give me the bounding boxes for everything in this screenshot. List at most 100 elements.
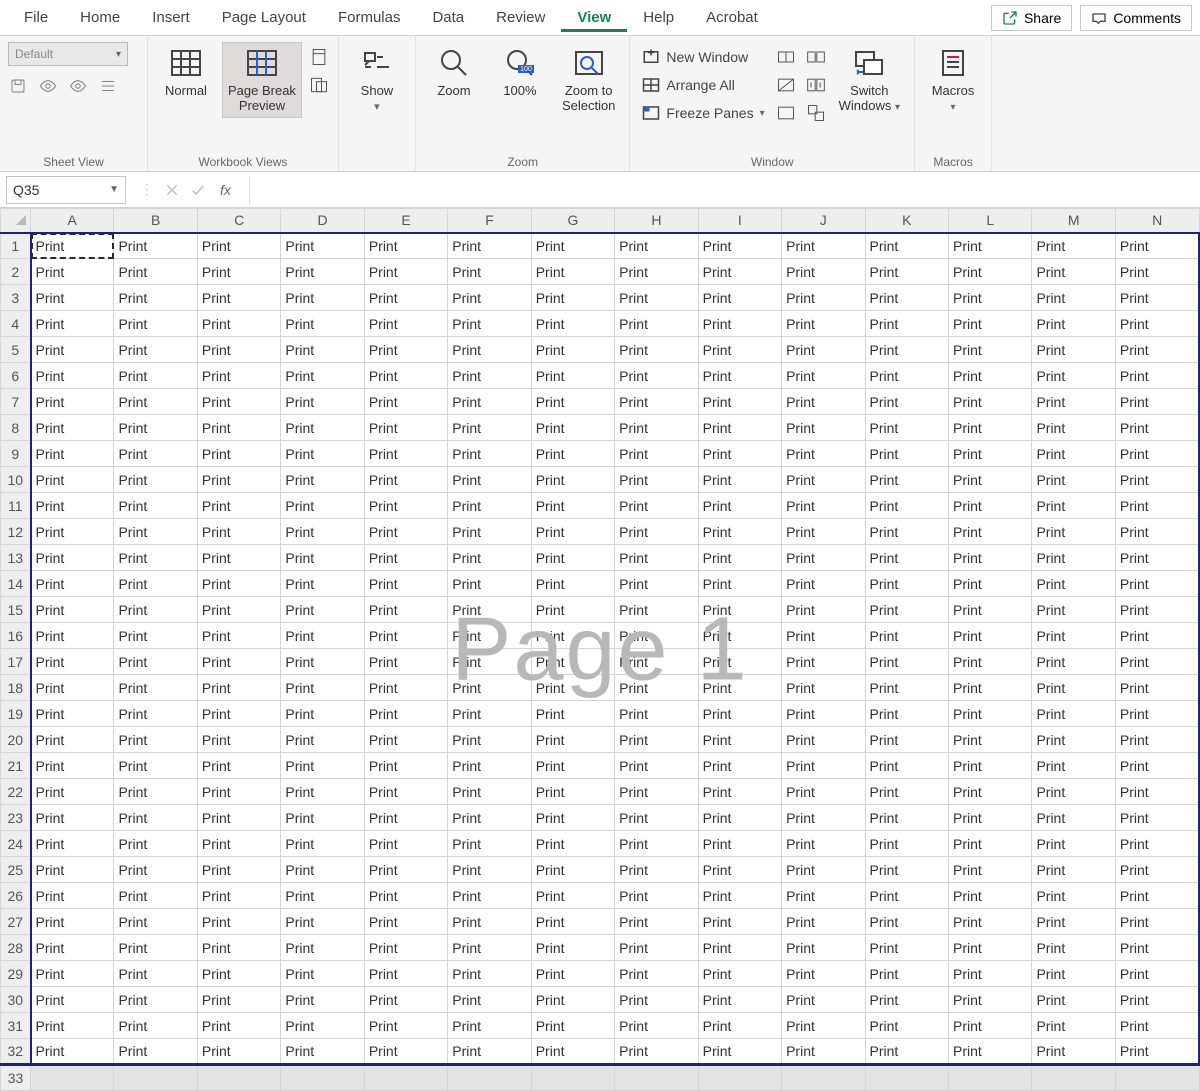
cell-H26[interactable]: Print [615, 883, 698, 909]
cell-H5[interactable]: Print [615, 337, 698, 363]
cell-A23[interactable]: Print [31, 805, 114, 831]
cell-C18[interactable]: Print [197, 675, 280, 701]
cell-E29[interactable]: Print [364, 961, 447, 987]
cell-F15[interactable]: Print [448, 597, 531, 623]
cell-K28[interactable]: Print [865, 935, 948, 961]
cell-N1[interactable]: Print [1115, 233, 1199, 259]
cell-L31[interactable]: Print [948, 1013, 1031, 1039]
row-header-3[interactable]: 3 [1, 285, 31, 311]
cell-G27[interactable]: Print [531, 909, 614, 935]
cell-A5[interactable]: Print [31, 337, 114, 363]
cell-L6[interactable]: Print [948, 363, 1031, 389]
cell-H17[interactable]: Print [615, 649, 698, 675]
col-header-A[interactable]: A [31, 209, 114, 233]
cell-H8[interactable]: Print [615, 415, 698, 441]
cell-G28[interactable]: Print [531, 935, 614, 961]
cell-A14[interactable]: Print [31, 571, 114, 597]
cell-B13[interactable]: Print [114, 545, 197, 571]
cell-K21[interactable]: Print [865, 753, 948, 779]
cell-A17[interactable]: Print [31, 649, 114, 675]
row-header-31[interactable]: 31 [1, 1013, 31, 1039]
cell-I29[interactable]: Print [698, 961, 781, 987]
cell-B3[interactable]: Print [114, 285, 197, 311]
switch-windows-button[interactable]: Switch Windows ▾ [833, 42, 906, 118]
cell-H19[interactable]: Print [615, 701, 698, 727]
cell-H28[interactable]: Print [615, 935, 698, 961]
cell-I28[interactable]: Print [698, 935, 781, 961]
cell-F9[interactable]: Print [448, 441, 531, 467]
cell-C16[interactable]: Print [197, 623, 280, 649]
cell-J6[interactable]: Print [782, 363, 865, 389]
cell-F1[interactable]: Print [448, 233, 531, 259]
row-header-28[interactable]: 28 [1, 935, 31, 961]
cell-D7[interactable]: Print [281, 389, 364, 415]
row-header-14[interactable]: 14 [1, 571, 31, 597]
cell-H22[interactable]: Print [615, 779, 698, 805]
cell-N13[interactable]: Print [1115, 545, 1199, 571]
cell-D21[interactable]: Print [281, 753, 364, 779]
cell-C22[interactable]: Print [197, 779, 280, 805]
cell-C28[interactable]: Print [197, 935, 280, 961]
cell-B22[interactable]: Print [114, 779, 197, 805]
tab-review[interactable]: Review [480, 3, 561, 32]
cell-E14[interactable]: Print [364, 571, 447, 597]
cell-J19[interactable]: Print [782, 701, 865, 727]
cell-F12[interactable]: Print [448, 519, 531, 545]
cell-K23[interactable]: Print [865, 805, 948, 831]
cell-H31[interactable]: Print [615, 1013, 698, 1039]
cell-K27[interactable]: Print [865, 909, 948, 935]
cell-M5[interactable]: Print [1032, 337, 1115, 363]
row-header-29[interactable]: 29 [1, 961, 31, 987]
cell-I14[interactable]: Print [698, 571, 781, 597]
cell-B1[interactable]: Print [114, 233, 197, 259]
cell-A11[interactable]: Print [31, 493, 114, 519]
cell-I4[interactable]: Print [698, 311, 781, 337]
cell-D11[interactable]: Print [281, 493, 364, 519]
tab-file[interactable]: File [8, 3, 64, 32]
cell-M13[interactable]: Print [1032, 545, 1115, 571]
cell-N32[interactable]: Print [1115, 1039, 1199, 1065]
cell-F23[interactable]: Print [448, 805, 531, 831]
cell-H1[interactable]: Print [615, 233, 698, 259]
cell-N15[interactable]: Print [1115, 597, 1199, 623]
cell-G31[interactable]: Print [531, 1013, 614, 1039]
cell-G8[interactable]: Print [531, 415, 614, 441]
cell-E28[interactable]: Print [364, 935, 447, 961]
cell-E16[interactable]: Print [364, 623, 447, 649]
cell-J3[interactable]: Print [782, 285, 865, 311]
side-by-side-icon[interactable] [805, 46, 827, 68]
cell-K32[interactable]: Print [865, 1039, 948, 1065]
cell-N28[interactable]: Print [1115, 935, 1199, 961]
cell-A10[interactable]: Print [31, 467, 114, 493]
cell-J31[interactable]: Print [782, 1013, 865, 1039]
row-header-9[interactable]: 9 [1, 441, 31, 467]
cell-L23[interactable]: Print [948, 805, 1031, 831]
cell-E31[interactable]: Print [364, 1013, 447, 1039]
cell-N8[interactable]: Print [1115, 415, 1199, 441]
cell-L17[interactable]: Print [948, 649, 1031, 675]
cell-I27[interactable]: Print [698, 909, 781, 935]
cell-G13[interactable]: Print [531, 545, 614, 571]
cell-F17[interactable]: Print [448, 649, 531, 675]
cell-B12[interactable]: Print [114, 519, 197, 545]
unhide-window-icon[interactable] [775, 102, 797, 124]
tab-data[interactable]: Data [416, 3, 480, 32]
cell-I26[interactable]: Print [698, 883, 781, 909]
cell-K15[interactable]: Print [865, 597, 948, 623]
cell-I10[interactable]: Print [698, 467, 781, 493]
cell-N19[interactable]: Print [1115, 701, 1199, 727]
col-header-I[interactable]: I [698, 209, 781, 233]
cell-A16[interactable]: Print [31, 623, 114, 649]
cell-H29[interactable]: Print [615, 961, 698, 987]
cell-G16[interactable]: Print [531, 623, 614, 649]
cell-C2[interactable]: Print [197, 259, 280, 285]
cell-K18[interactable]: Print [865, 675, 948, 701]
cell-E32[interactable]: Print [364, 1039, 447, 1065]
cell-K16[interactable]: Print [865, 623, 948, 649]
cell-J30[interactable]: Print [782, 987, 865, 1013]
cell-I23[interactable]: Print [698, 805, 781, 831]
cell-D17[interactable]: Print [281, 649, 364, 675]
cell-N26[interactable]: Print [1115, 883, 1199, 909]
cell-A2[interactable]: Print [31, 259, 114, 285]
cell-F33[interactable] [448, 1065, 531, 1091]
